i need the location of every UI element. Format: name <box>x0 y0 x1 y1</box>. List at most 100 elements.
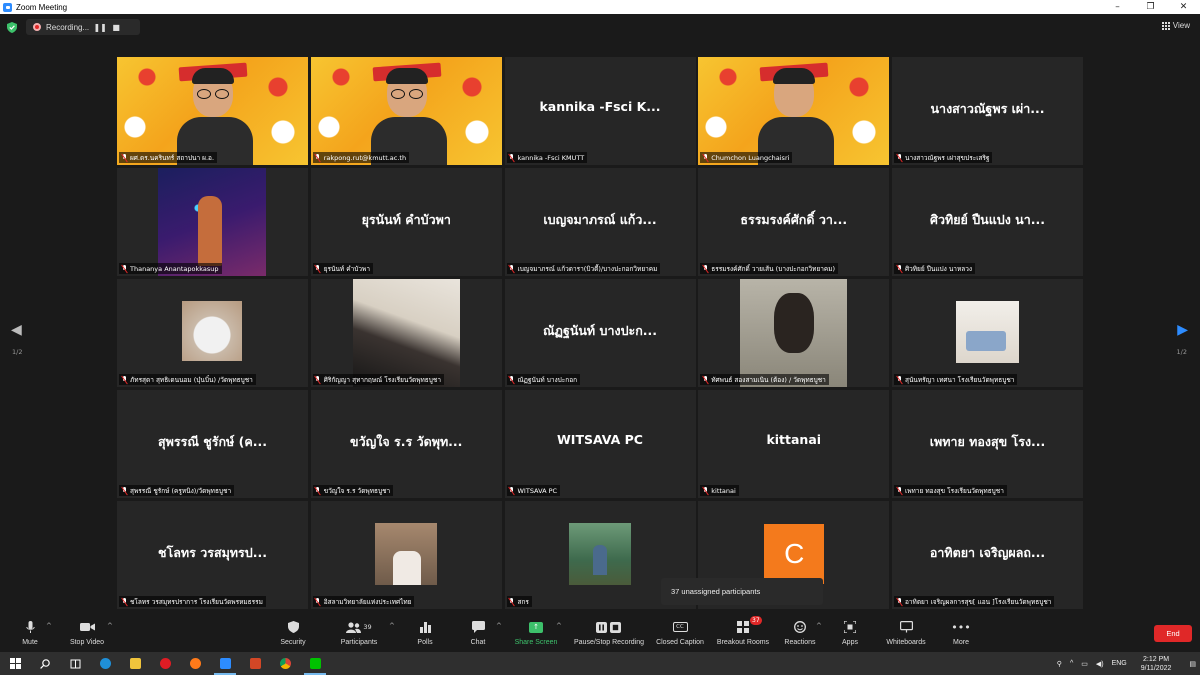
taskbar-firefox[interactable] <box>180 652 210 675</box>
task-view-button[interactable] <box>60 652 90 675</box>
close-button[interactable]: ✕ <box>1167 0 1200 14</box>
pause-stop-recording-label: Pause/Stop Recording <box>573 639 645 646</box>
pause-stop-recording-button[interactable]: Pause/Stop Recording <box>574 619 644 646</box>
participant-tile[interactable]: Chumchon Luangchaisri <box>698 57 890 165</box>
participant-name: เพทาย ทองสุข โรงเรียนวัดพุทธบูชา <box>905 486 1004 495</box>
minimize-button[interactable]: – <box>1101 0 1134 14</box>
participant-tile[interactable]: kittanai kittanai <box>698 390 890 498</box>
share-screen-icon: ↑ <box>529 621 543 633</box>
participant-tile[interactable]: ขวัญใจ ร.ร วัดพุท... ขวัญใจ ร.ร วัดพุทธบู… <box>310 390 502 498</box>
more-button[interactable]: ••• More <box>931 619 991 647</box>
muted-microphone-icon <box>896 264 902 273</box>
participant-name-label: นางสาวณัฐพร เผ่าสุขประเสริฐ <box>894 152 993 163</box>
participant-tile[interactable]: ภัทรสุดา สุทธิเดนนอม (บุ๋นบิ๋น) /วัดพุทธ… <box>117 279 308 387</box>
previous-page-icon[interactable]: ◀ <box>11 322 22 338</box>
participant-tile[interactable]: อิสลามวิทยาลัยแห่งประเทศไทย <box>310 501 502 609</box>
participant-tile[interactable]: สุพรรณี ชูรักษ์ (ค... สุพรรณี ชูรักษ์ (คร… <box>117 390 308 498</box>
participant-tile[interactable]: สุนันทรัญา เทศนา โรงเรียนวัดพุทธบูชา <box>892 279 1083 387</box>
network-icon[interactable]: ▭ <box>1081 660 1088 668</box>
audio-options-chevron-icon[interactable]: ^ <box>46 622 52 630</box>
muted-microphone-icon <box>896 597 902 606</box>
participant-tile[interactable]: เพทาย ทองสุข โรง... เพทาย ทองสุข โรงเรียน… <box>892 390 1083 498</box>
language-indicator[interactable]: ENG <box>1112 660 1127 667</box>
participant-name-label: เพทาย ทองสุข โรงเรียนวัดพุทธบูชา <box>894 485 1007 496</box>
participant-tile[interactable]: ศิริกัญญา สุทากฤษณ์ โรงเรียนวัดพุทธบูชา <box>310 279 502 387</box>
participant-name-label: สกร <box>506 596 532 607</box>
whiteboards-button[interactable]: Whiteboards <box>876 619 936 646</box>
more-label: More <box>953 639 969 646</box>
muted-microphone-icon <box>121 486 127 495</box>
clock-date: 9/11/2022 <box>1140 664 1172 672</box>
participant-tile[interactable]: ทัศพนธ์ สองสามเนิน (ต้อง) / วัดพุทธบูชา <box>698 279 890 387</box>
notifications-icon[interactable]: ▤ <box>1189 660 1196 668</box>
security-button[interactable]: Security <box>263 619 323 646</box>
participant-tile[interactable]: เบญจมาภรณ์ แก้ว... เบญจมาภรณ์ แก้วดารา(บิ… <box>504 168 696 276</box>
breakout-rooms-button[interactable]: 37 Breakout Rooms <box>713 616 773 646</box>
closed-caption-button[interactable]: CC Closed Caption <box>650 619 710 646</box>
participant-tile[interactable]: WITSAVA PC WITSAVA PC <box>504 390 696 498</box>
maximize-button[interactable]: ❐ <box>1134 0 1167 14</box>
taskbar-file-explorer[interactable] <box>120 652 150 675</box>
tray-chevron-icon[interactable]: ^ <box>1070 660 1073 667</box>
folder-icon <box>129 658 141 669</box>
next-page-icon[interactable]: ▶ <box>1177 322 1188 338</box>
polls-button[interactable]: Polls <box>395 619 455 646</box>
participants-chevron-icon[interactable]: ^ <box>389 622 395 630</box>
taskbar-opera[interactable] <box>150 652 180 675</box>
muted-microphone-icon <box>121 264 127 273</box>
participant-tile[interactable]: ผศ.ดร.นครินทร์ สถาปนา ผ.อ. <box>117 57 308 165</box>
video-options-chevron-icon[interactable]: ^ <box>107 622 113 630</box>
muted-microphone-icon <box>509 486 515 495</box>
polls-chart-icon <box>419 619 431 635</box>
recording-indicator: Recording... ❚❚ ■ <box>26 19 140 35</box>
pause-recording-icon[interactable]: ❚❚ <box>93 22 106 32</box>
taskbar-powerpoint[interactable] <box>240 652 270 675</box>
system-clock[interactable]: 2:12 PM 9/11/2022 <box>1137 655 1176 673</box>
taskbar-chrome[interactable] <box>270 652 300 675</box>
participant-tile[interactable]: ยุรนันท์ คำบัวพา ยุรนันท์ คำบัวพา <box>310 168 502 276</box>
volume-icon[interactable]: ◀) <box>1096 660 1104 668</box>
participant-tile[interactable]: อาทิตยา เจริญผลถ... อาทิตยา เจริญผลการสุข… <box>892 501 1083 609</box>
participant-tile[interactable]: ศิวทิยย์ ปืนแปง นา... ศิวทิยย์ ปืนแปง นาห… <box>892 168 1083 276</box>
participant-tile[interactable]: kannika -Fsci K... kannika -Fsci KMUTT <box>504 57 696 165</box>
participant-name-label: ชโลทร วรสมุทรปราการ โรงเรียนวัดพรหมธรรม <box>119 596 266 607</box>
participant-name-label: kittanai <box>700 485 739 496</box>
participant-tile[interactable]: ณัฏฐนันท์ บางปะก... ณัฏฐนันท์ บางปะกอก <box>504 279 696 387</box>
participant-display-name: ชโลทร วรสมุทรป... <box>158 545 267 560</box>
participant-tile[interactable]: นางสาวณัฐพร เผ่า... นางสาวณัฐพร เผ่าสุขปร… <box>892 57 1083 165</box>
window-controls: – ❐ ✕ <box>1101 0 1200 14</box>
muted-microphone-icon <box>121 153 127 162</box>
participants-label: Participants <box>340 639 378 646</box>
apps-button[interactable]: Apps <box>820 619 880 646</box>
participant-name-label: เบญจมาภรณ์ แก้วดารา(บิวตี้)/บางปะกอกวิทย… <box>506 263 661 274</box>
taskbar-edge[interactable] <box>90 652 120 675</box>
search-button[interactable] <box>30 652 60 675</box>
muted-microphone-icon <box>509 153 515 162</box>
people-icon[interactable]: ⚲ <box>1057 660 1062 668</box>
participant-tile[interactable]: rakpong.rut@kmutt.ac.th <box>310 57 502 165</box>
participant-name-label: ศิวทิยย์ ปืนแปง นาหลวง <box>894 263 976 274</box>
page-indicator-left: 1/2 <box>12 348 23 356</box>
participant-name: kittanai <box>711 486 736 495</box>
share-screen-label: Share Screen <box>514 639 558 646</box>
participant-video <box>369 65 449 165</box>
closed-caption-label: Closed Caption <box>656 639 704 646</box>
more-dots-icon: ••• <box>951 620 971 634</box>
participant-name: Chumchon Luangchaisri <box>711 153 790 162</box>
shield-icon[interactable] <box>7 22 17 33</box>
stop-recording-icon[interactable]: ■ <box>111 22 121 32</box>
end-meeting-button[interactable]: End <box>1154 625 1192 642</box>
view-button[interactable]: View <box>1161 21 1190 30</box>
participant-tile[interactable]: ชโลทร วรสมุทรป... ชโลทร วรสมุทรปราการ โรง… <box>117 501 308 609</box>
start-button[interactable] <box>0 652 30 675</box>
taskbar-zoom[interactable] <box>210 652 240 675</box>
apps-label: Apps <box>842 639 858 646</box>
participant-tile[interactable]: Thananya Anantapokkasup <box>117 168 308 276</box>
taskbar-line[interactable] <box>300 652 330 675</box>
participant-name: ชโลทร วรสมุทรปราการ โรงเรียนวัดพรหมธรรม <box>130 597 263 606</box>
chat-chevron-icon[interactable]: ^ <box>496 622 502 630</box>
participants-button[interactable]: 39 Participants <box>329 619 389 646</box>
participant-tile[interactable]: ธรรมรงค์ศักดิ์ วา... ธรรมรงค์ศักดิ์ วายเส… <box>698 168 890 276</box>
participant-display-name: ศิวทิยย์ ปืนแปง นา... <box>930 212 1045 227</box>
share-chevron-icon[interactable]: ^ <box>556 622 562 630</box>
